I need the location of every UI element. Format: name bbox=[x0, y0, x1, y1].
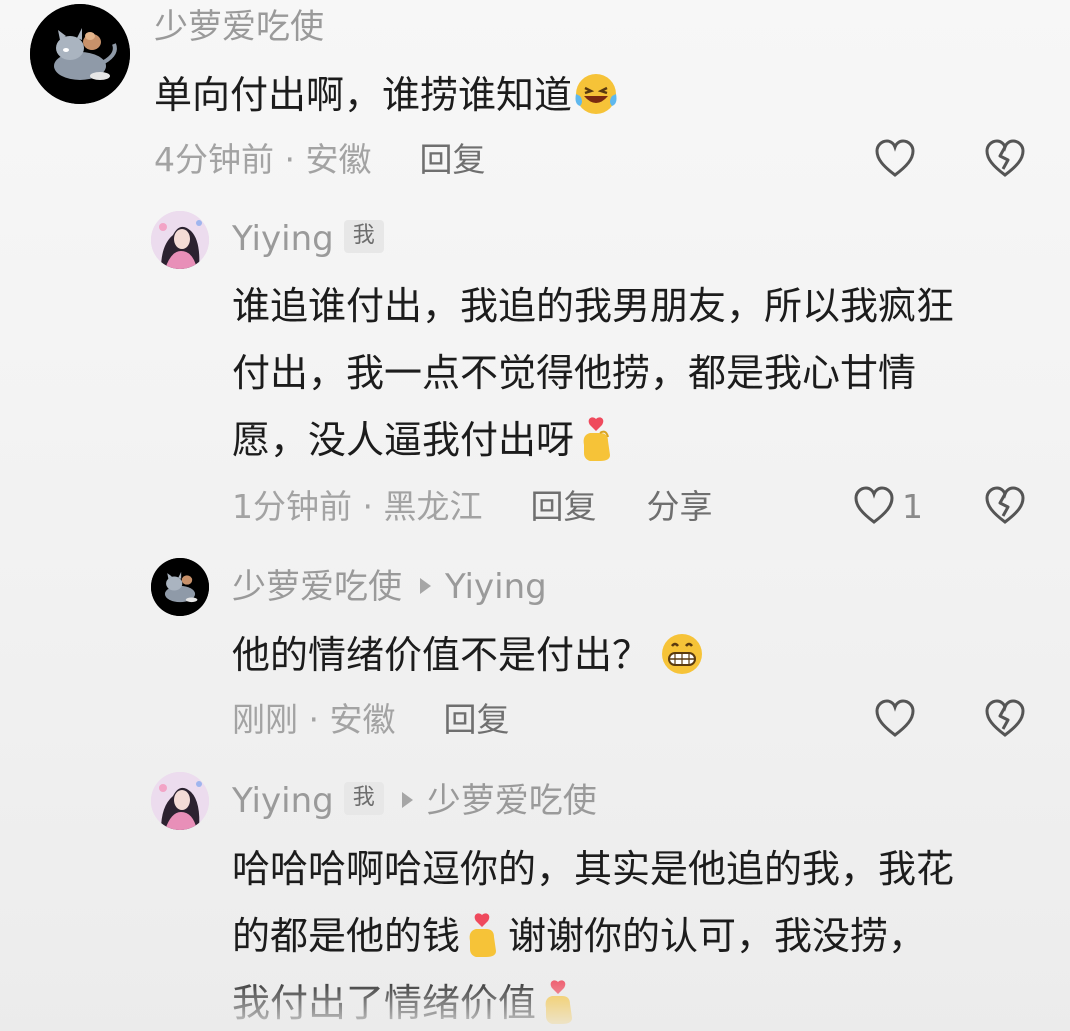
reply-button[interactable]: 回复 bbox=[419, 140, 485, 179]
author-name[interactable]: Yiying bbox=[232, 219, 334, 259]
avatar[interactable] bbox=[151, 772, 209, 830]
share-button[interactable]: 分享 bbox=[646, 487, 712, 526]
dislike-button[interactable] bbox=[983, 697, 1027, 741]
comment-meta: 1分钟前 · 黑龙江 回复 分享 bbox=[232, 490, 712, 523]
time-location: 4分钟前 · 安徽 bbox=[154, 140, 372, 179]
comment-meta: 刚刚 · 安徽 回复 bbox=[232, 703, 509, 736]
finger-heart-emoji-icon bbox=[536, 978, 584, 1026]
broken-heart-icon bbox=[985, 486, 1025, 524]
reply-button[interactable]: 回复 bbox=[443, 700, 509, 739]
like-count: 1 bbox=[902, 487, 923, 526]
comment-text: 单向付出啊，谁捞谁知道 bbox=[154, 62, 620, 129]
time-location: 1分钟前 · 黑龙江 bbox=[232, 487, 483, 526]
comment-author[interactable]: Yiying 我 少萝爱吃使 bbox=[232, 781, 597, 821]
grinning-emoji-icon bbox=[658, 630, 706, 678]
reply-button[interactable]: 回复 bbox=[530, 487, 596, 526]
comment-text-line: 愿，没人逼我付出呀 bbox=[232, 418, 575, 462]
comment-text-line: 单向付出啊，谁捞谁知道 bbox=[154, 73, 573, 117]
author-name[interactable]: 少萝爱吃使 bbox=[232, 567, 402, 607]
comment-text-line: 谢谢你的认可，我没捞， bbox=[508, 914, 927, 958]
comment-author[interactable]: 少萝爱吃使 Yiying bbox=[232, 570, 547, 604]
avatar[interactable] bbox=[151, 558, 209, 616]
broken-heart-icon bbox=[985, 139, 1025, 177]
comment-text-line: 哈哈哈啊哈逗你的，其实是他追的我，我花 bbox=[232, 847, 955, 891]
broken-heart-icon bbox=[985, 699, 1025, 737]
time-location: 刚刚 · 安徽 bbox=[232, 700, 396, 739]
avatar[interactable] bbox=[151, 211, 209, 269]
finger-heart-emoji-icon bbox=[574, 415, 622, 463]
comment-author[interactable]: 少萝爱吃使 bbox=[154, 10, 324, 44]
heart-icon bbox=[875, 699, 915, 737]
comment-meta: 4分钟前 · 安徽 回复 bbox=[154, 143, 485, 176]
reply-arrow-icon bbox=[420, 577, 431, 594]
laughing-tears-emoji-icon bbox=[572, 70, 620, 118]
like-button[interactable] bbox=[873, 697, 917, 741]
heart-icon bbox=[854, 486, 894, 524]
author-name[interactable]: Yiying bbox=[232, 781, 334, 821]
dislike-button[interactable] bbox=[983, 484, 1027, 528]
like-button[interactable] bbox=[852, 484, 896, 528]
avatar[interactable] bbox=[30, 4, 130, 104]
reply-to-name[interactable]: 少萝爱吃使 bbox=[427, 781, 597, 821]
comment-text: 谁追谁付出，我追的我男朋友，所以我疯狂 付出，我一点不觉得他捞，都是我心甘情 愿… bbox=[232, 273, 954, 474]
comment-thread: 少萝爱吃使 单向付出啊，谁捞谁知道 4分钟前 · 安徽 回复 Yiying 我 … bbox=[0, 0, 1070, 1031]
finger-heart-emoji-icon bbox=[460, 911, 508, 959]
comment-author[interactable]: Yiying 我 bbox=[232, 219, 384, 259]
comment-text: 他的情绪价值不是付出？ bbox=[232, 622, 706, 689]
comment-text-line: 我付出了情绪价值 bbox=[232, 981, 537, 1025]
me-badge: 我 bbox=[343, 220, 384, 253]
heart-icon bbox=[875, 139, 915, 177]
like-button[interactable] bbox=[873, 137, 917, 181]
comment-text: 哈哈哈啊哈逗你的，其实是他追的我，我花 的都是他的钱 谢谢你的认可，我没捞， 我… bbox=[232, 836, 954, 1031]
comment-text-line: 谁追谁付出，我追的我男朋友，所以我疯狂 bbox=[232, 284, 955, 328]
comment-text-line: 的都是他的钱 bbox=[232, 914, 461, 958]
reply-arrow-icon bbox=[401, 791, 413, 808]
me-badge: 我 bbox=[343, 782, 384, 815]
comment-text-line: 他的情绪价值不是付出？ bbox=[232, 633, 651, 677]
dislike-button[interactable] bbox=[983, 137, 1027, 181]
reply-to-name[interactable]: Yiying bbox=[445, 567, 547, 607]
comment-text-line: 付出，我一点不觉得他捞，都是我心甘情 bbox=[232, 351, 917, 395]
